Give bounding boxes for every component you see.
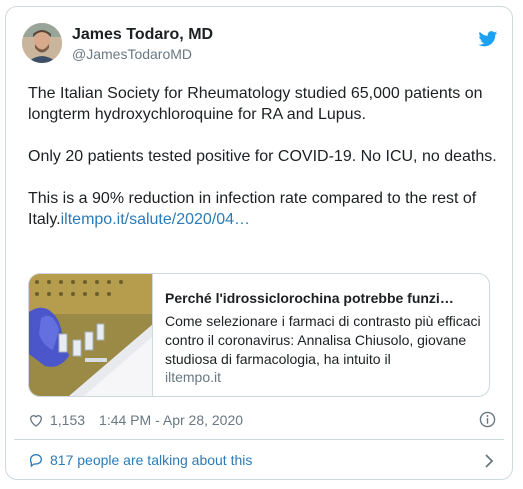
chevron-right-icon[interactable] bbox=[484, 454, 494, 468]
tweet-meta: 1,153 1:44 PM - Apr 28, 2020 bbox=[28, 410, 243, 430]
speech-bubble-icon bbox=[29, 453, 43, 468]
like-count[interactable]: 1,153 bbox=[50, 412, 85, 428]
author-avatar[interactable] bbox=[22, 23, 62, 63]
divider bbox=[14, 439, 504, 440]
tweet-paragraph-with-link: This is a 90% reduction in infection rat… bbox=[28, 188, 498, 230]
heart-icon[interactable] bbox=[28, 412, 44, 428]
conversation-count-text[interactable]: 817 people are talking about this bbox=[50, 452, 252, 468]
conversation-link[interactable]: 817 people are talking about this bbox=[28, 452, 252, 468]
link-preview-title: Perché l'idrossiclorochina potrebbe funz… bbox=[165, 290, 454, 306]
tweet-paragraph: The Italian Society for Rheumatology stu… bbox=[28, 85, 483, 123]
link-preview-description: Come selezionare i farmaci di contrasto … bbox=[165, 313, 481, 367]
twitter-bird-icon[interactable] bbox=[478, 31, 498, 47]
tweet-text: The Italian Society for Rheumatology stu… bbox=[28, 83, 498, 230]
author-name[interactable]: James Todaro, MD bbox=[72, 26, 213, 44]
tweet-paragraph: Only 20 patients tested positive for COV… bbox=[28, 148, 497, 165]
link-preview-domain: iltempo.it bbox=[165, 369, 222, 385]
link-preview-card[interactable]: Perché l'idrossiclorochina potrebbe funz… bbox=[28, 273, 490, 397]
tweet-link[interactable]: iltempo.it/salute/2020/04… bbox=[61, 211, 250, 228]
tweet-card: James Todaro, MD @JamesTodaroMD The Ital… bbox=[5, 6, 513, 480]
author-handle[interactable]: @JamesTodaroMD bbox=[72, 46, 192, 62]
info-icon[interactable] bbox=[479, 411, 496, 428]
link-preview-thumbnail bbox=[29, 274, 153, 396]
tweet-timestamp[interactable]: 1:44 PM - Apr 28, 2020 bbox=[99, 412, 243, 428]
